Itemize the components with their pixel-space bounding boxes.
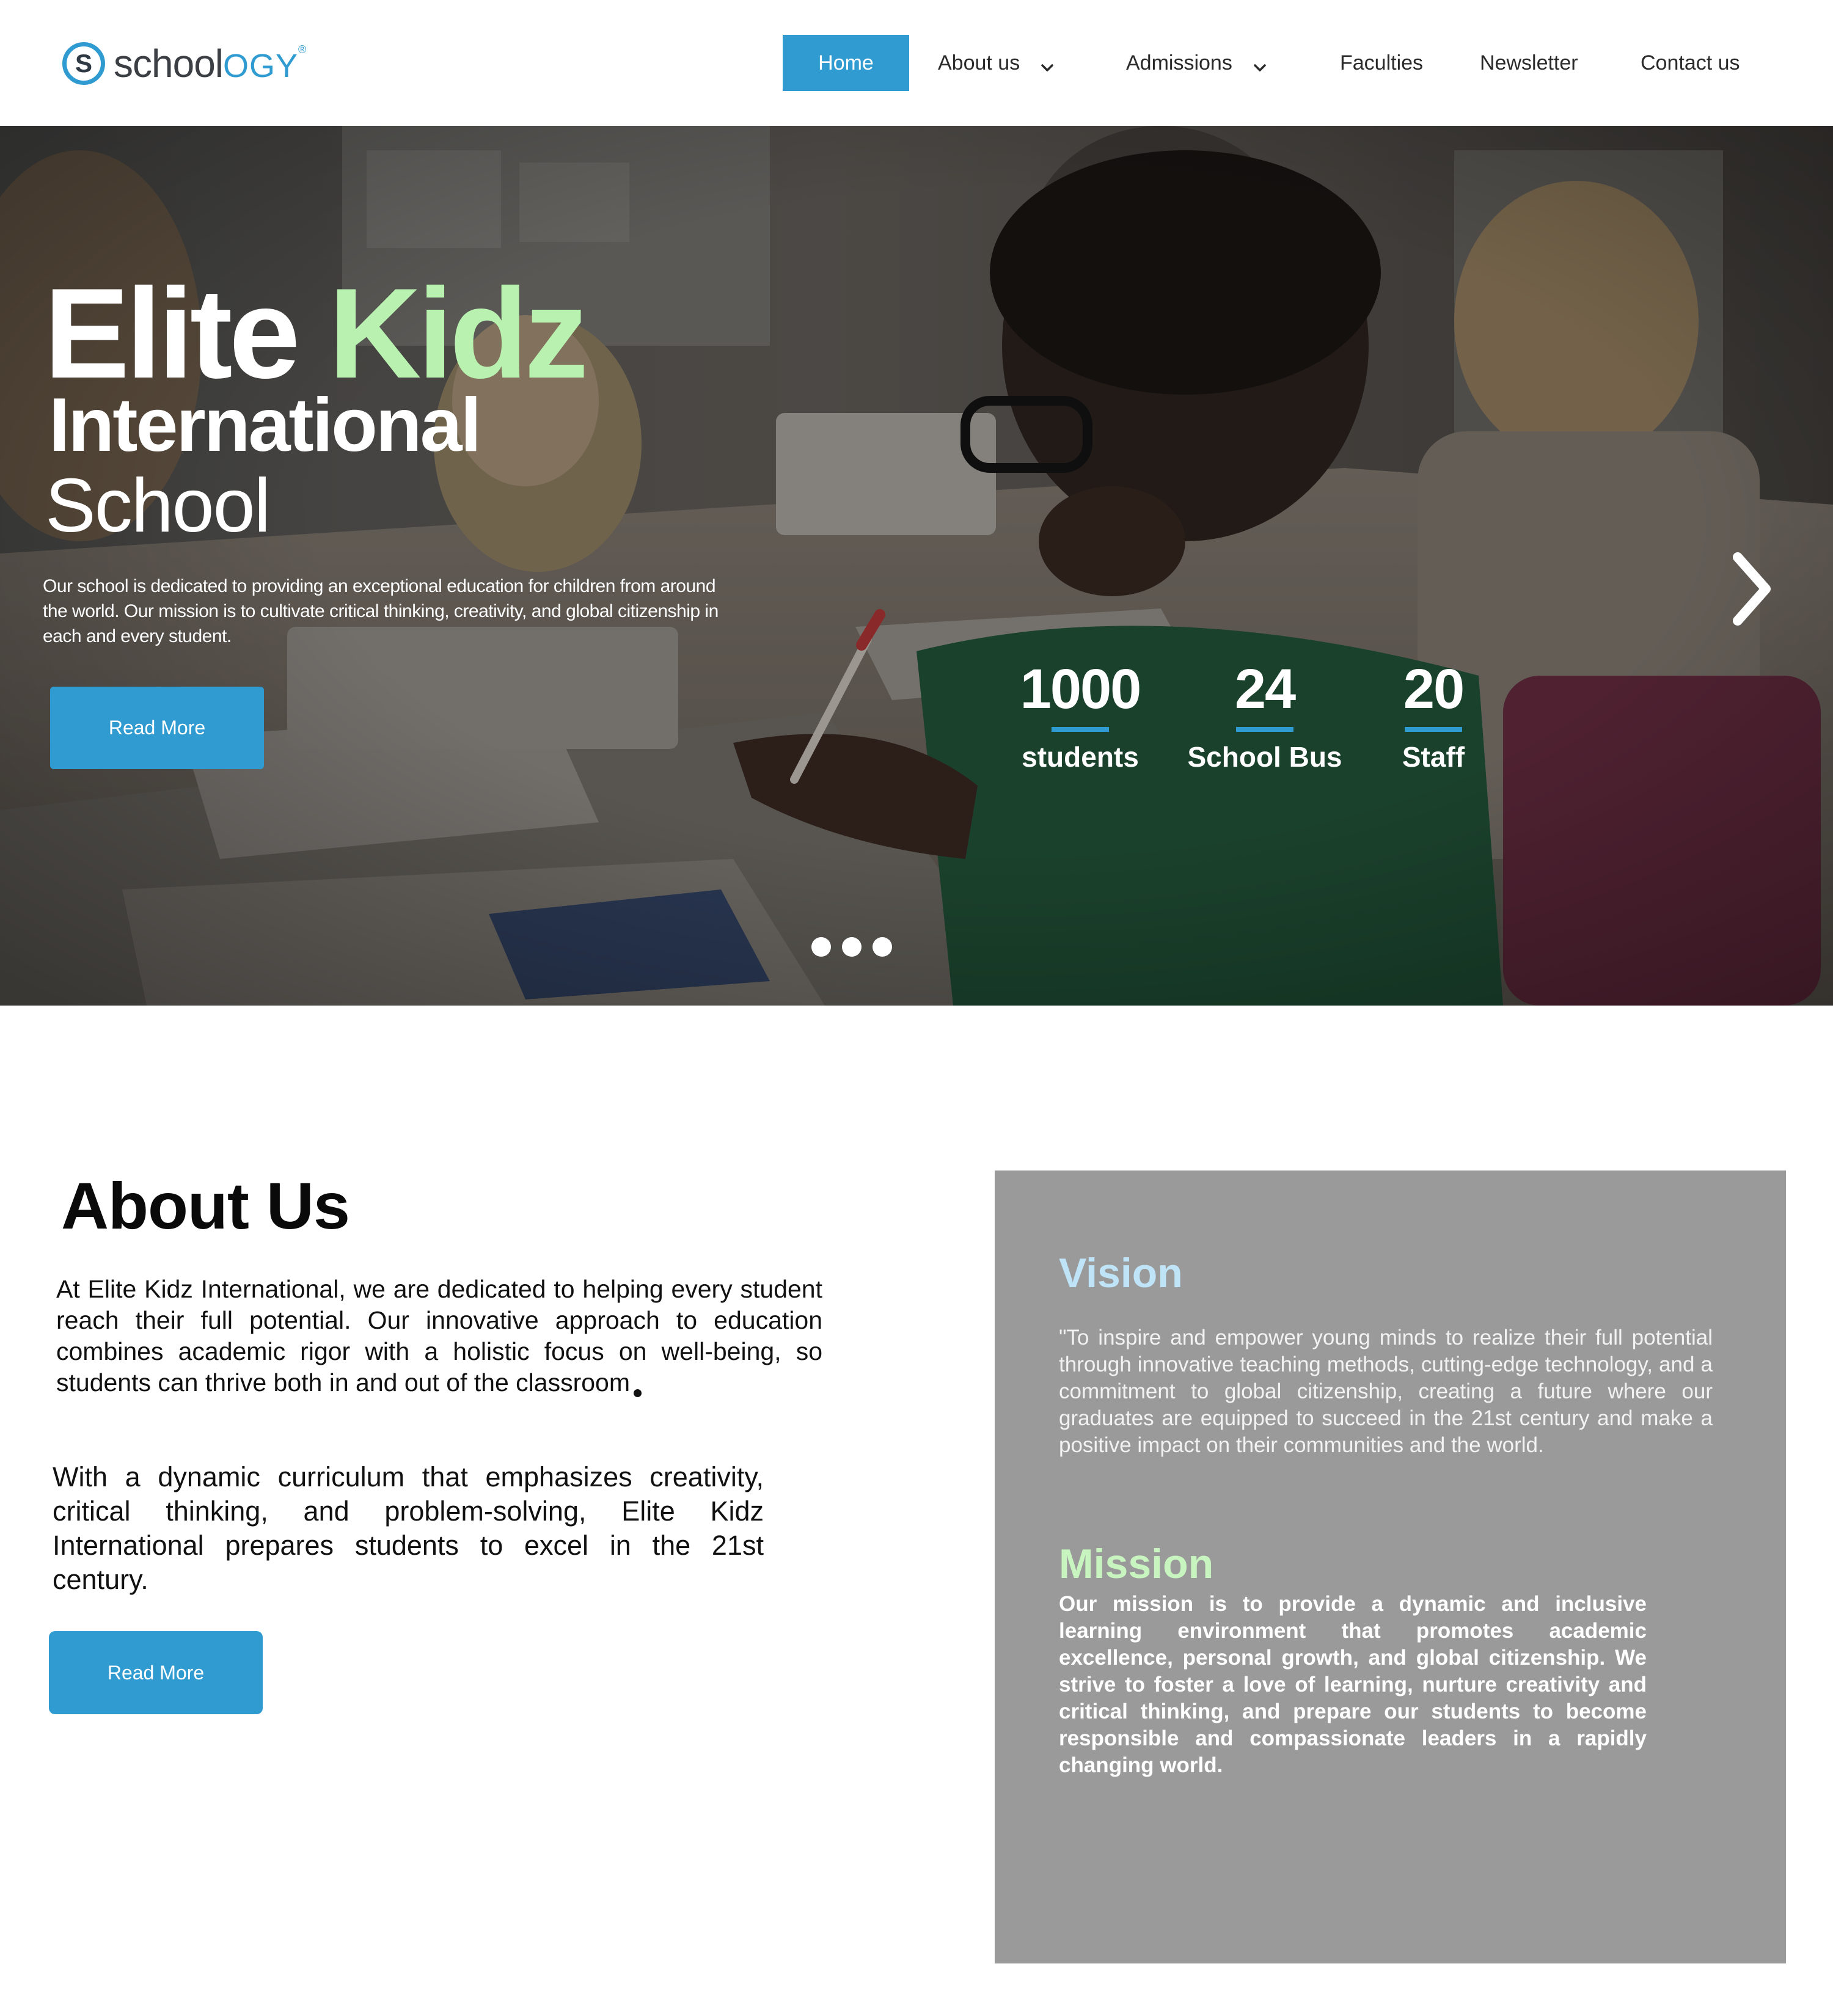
hero-title-line2: International [49, 383, 481, 467]
hero-banner: Elite Kidz International School Our scho… [0, 126, 1833, 1006]
carousel-dots [811, 937, 903, 957]
mission-text: Our mission is to provide a dynamic and … [1059, 1592, 1647, 1777]
stat-underline [1405, 727, 1462, 732]
hero-title-line3: School [45, 464, 271, 548]
hero-photo-classroom [0, 126, 1833, 1006]
stat-value: 1000 [1020, 658, 1142, 720]
hero-title: Elite Kidz [44, 261, 588, 405]
vision-text: "To inspire and empower young minds to r… [1059, 1326, 1713, 1457]
chevron-right-icon[interactable] [1724, 546, 1779, 632]
about-paragraph-2: With a dynamic curriculum that emphasize… [53, 1461, 764, 1595]
stat-staff: 20 Staff [1391, 661, 1476, 771]
stat-school-bus: 24 School Bus [1187, 661, 1343, 771]
chevron-down-icon [1041, 56, 1054, 71]
logo-icon: S [62, 42, 105, 85]
carousel-dot[interactable] [873, 937, 892, 957]
stat-underline [1236, 727, 1293, 732]
stat-students: 1000 students [1015, 661, 1145, 771]
stat-label: students [1022, 741, 1139, 773]
nav-admissions[interactable]: Admissions [1126, 35, 1267, 91]
stat-label: Staff [1402, 741, 1465, 773]
nav-admissions-label: Admissions [1126, 51, 1232, 75]
hero-description: Our school is dedicated to providing an … [43, 576, 719, 646]
logo-wordmark: schoolOGY® [114, 42, 306, 86]
nav-about-us-label: About us [938, 51, 1020, 75]
nav-about-us[interactable]: About us [938, 35, 1054, 91]
stat-underline [1052, 727, 1109, 732]
nav-contact-us[interactable]: Contact us [1641, 35, 1740, 91]
chevron-down-icon [1253, 56, 1267, 71]
stat-label: School Bus [1187, 741, 1342, 773]
vision-mission-panel: Vision "To inspire and empower young min… [995, 1171, 1786, 1963]
carousel-dot[interactable] [842, 937, 862, 957]
about-title: About Us [61, 1169, 350, 1243]
top-navigation: S schoolOGY® Home About us Admissions Fa… [0, 0, 1833, 126]
stat-value: 20 [1403, 658, 1465, 720]
schoology-logo[interactable]: S schoolOGY® [62, 40, 306, 87]
hero-read-more-button[interactable]: Read More [50, 687, 264, 769]
vision-title: Vision [1059, 1250, 1183, 1296]
carousel-dot[interactable] [811, 937, 831, 957]
about-paragraph-1: At Elite Kidz International, we are dedi… [56, 1275, 822, 1397]
nav-newsletter[interactable]: Newsletter [1480, 35, 1578, 91]
stat-value: 24 [1234, 658, 1296, 720]
nav-faculties[interactable]: Faculties [1340, 35, 1423, 91]
about-read-more-button[interactable]: Read More [49, 1631, 263, 1714]
mission-title: Mission [1059, 1541, 1214, 1587]
nav-home[interactable]: Home [783, 35, 909, 91]
